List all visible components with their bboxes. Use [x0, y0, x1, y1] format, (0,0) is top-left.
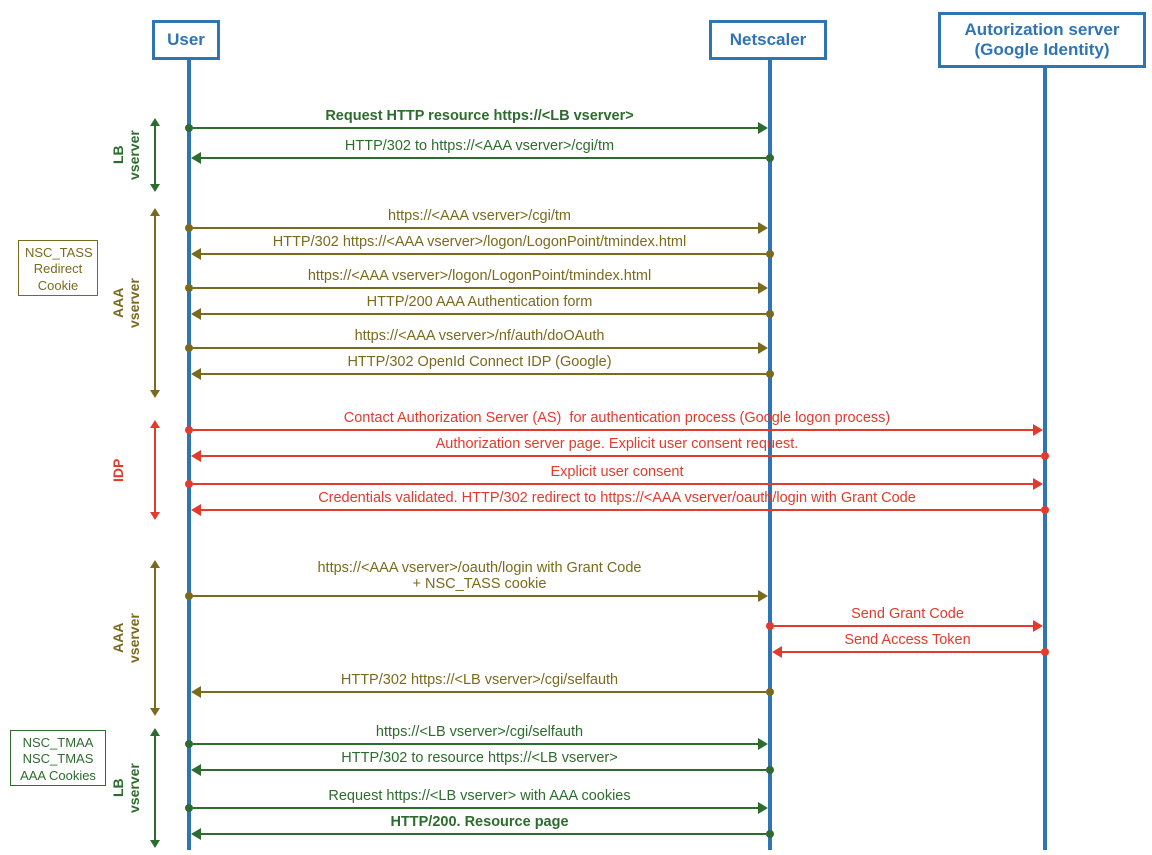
msg-line-6 [193, 347, 760, 349]
msg-line-16 [193, 743, 760, 745]
msg-line-2 [193, 227, 760, 229]
msg-label-2: https://<AAA vserver>/cgi/tm [189, 208, 770, 224]
phase-arrow-up-lb1 [150, 118, 160, 126]
msg-line-17 [199, 769, 766, 771]
msg-dot-13 [766, 622, 774, 630]
msg-dot-3 [766, 250, 774, 258]
msg-dot-19 [766, 830, 774, 838]
msg-label-15: HTTP/302 https://<LB vserver>/cgi/selfau… [189, 672, 770, 688]
msg-dot-7 [766, 370, 774, 378]
phase-arrow-dn-aaa2 [150, 708, 160, 716]
msg-line-12 [193, 595, 760, 597]
phase-arrow-dn-lb2 [150, 840, 160, 848]
participant-user: User [152, 20, 220, 60]
msg-line-5 [199, 313, 766, 315]
msg-dot-15 [766, 688, 774, 696]
msg-label-9: Authorization server page. Explicit user… [189, 436, 1045, 452]
msg-dot-16 [185, 740, 193, 748]
msg-label-0: Request HTTP resource https://<LB vserve… [189, 108, 770, 124]
phase-line-lb2 [154, 734, 156, 842]
msg-line-9 [199, 455, 1041, 457]
msg-line-4 [193, 287, 760, 289]
msg-dot-9 [1041, 452, 1049, 460]
msg-line-10 [193, 483, 1035, 485]
phase-line-lb1 [154, 124, 156, 186]
phase-label-aaa1: AAAvserver [110, 269, 142, 337]
msg-label-4: https://<AAA vserver>/logon/LogonPoint/t… [189, 268, 770, 284]
msg-dot-18 [185, 804, 193, 812]
phase-line-aaa2 [154, 566, 156, 710]
phase-arrow-dn-idp [150, 512, 160, 520]
msg-dot-10 [185, 480, 193, 488]
phase-line-aaa1 [154, 214, 156, 392]
note-nsc_tass: NSC_TASSRedirectCookie [18, 240, 98, 296]
msg-label-11: Credentials validated. HTTP/302 redirect… [189, 490, 1045, 506]
msg-label-8: Contact Authorization Server (AS) for au… [189, 410, 1045, 426]
phase-arrow-up-idp [150, 420, 160, 428]
msg-dot-17 [766, 766, 774, 774]
msg-dot-14 [1041, 648, 1049, 656]
msg-dot-4 [185, 284, 193, 292]
phase-label-idp: IDP [110, 436, 126, 504]
msg-line-3 [199, 253, 766, 255]
msg-line-7 [199, 373, 766, 375]
msg-dot-6 [185, 344, 193, 352]
msg-label-14: Send Access Token [770, 632, 1045, 648]
msg-dot-11 [1041, 506, 1049, 514]
msg-label-7: HTTP/302 OpenId Connect IDP (Google) [189, 354, 770, 370]
msg-line-15 [199, 691, 766, 693]
msg-label-13: Send Grant Code [770, 606, 1045, 622]
msg-line-11 [199, 509, 1041, 511]
msg-label-10: Explicit user consent [189, 464, 1045, 480]
phase-arrow-up-lb2 [150, 728, 160, 736]
sequence-diagram: User Netscaler Autorization server(Google … [0, 0, 1152, 855]
msg-label-17: HTTP/302 to resource https://<LB vserver… [189, 750, 770, 766]
msg-dot-0 [185, 124, 193, 132]
phase-label-aaa2: AAAvserver [110, 604, 142, 672]
msg-line-8 [193, 429, 1035, 431]
participant-auth: Autorization server(Google Identity) [938, 12, 1146, 68]
msg-label-19: HTTP/200. Resource page [189, 814, 770, 830]
phase-arrow-dn-aaa1 [150, 390, 160, 398]
msg-line-0 [193, 127, 760, 129]
msg-dot-1 [766, 154, 774, 162]
phase-arrow-dn-lb1 [150, 184, 160, 192]
msg-dot-2 [185, 224, 193, 232]
msg-line-13 [774, 625, 1035, 627]
msg-line-14 [780, 651, 1041, 653]
phase-arrow-up-aaa1 [150, 208, 160, 216]
phase-arrow-up-aaa2 [150, 560, 160, 568]
msg-line-19 [199, 833, 766, 835]
phase-line-idp [154, 426, 156, 514]
participant-netscaler: Netscaler [709, 20, 827, 60]
msg-line-1 [199, 157, 766, 159]
msg-label-3: HTTP/302 https://<AAA vserver>/logon/Log… [189, 234, 770, 250]
msg-label-18: Request https://<LB vserver> with AAA co… [189, 788, 770, 804]
msg-label-5: HTTP/200 AAA Authentication form [189, 294, 770, 310]
msg-label-12: https://<AAA vserver>/oauth/login with G… [189, 560, 770, 592]
note-nsc_cookies: NSC_TMAANSC_TMASAAA Cookies [10, 730, 106, 786]
msg-label-16: https://<LB vserver>/cgi/selfauth [189, 724, 770, 740]
phase-label-lb1: LBvserver [110, 121, 142, 189]
msg-dot-5 [766, 310, 774, 318]
msg-dot-8 [185, 426, 193, 434]
msg-line-18 [193, 807, 760, 809]
msg-label-6: https://<AAA vserver>/nf/auth/doOAuth [189, 328, 770, 344]
phase-label-lb2: LBvserver [110, 754, 142, 822]
msg-dot-12 [185, 592, 193, 600]
msg-label-1: HTTP/302 to https://<AAA vserver>/cgi/tm [189, 138, 770, 154]
